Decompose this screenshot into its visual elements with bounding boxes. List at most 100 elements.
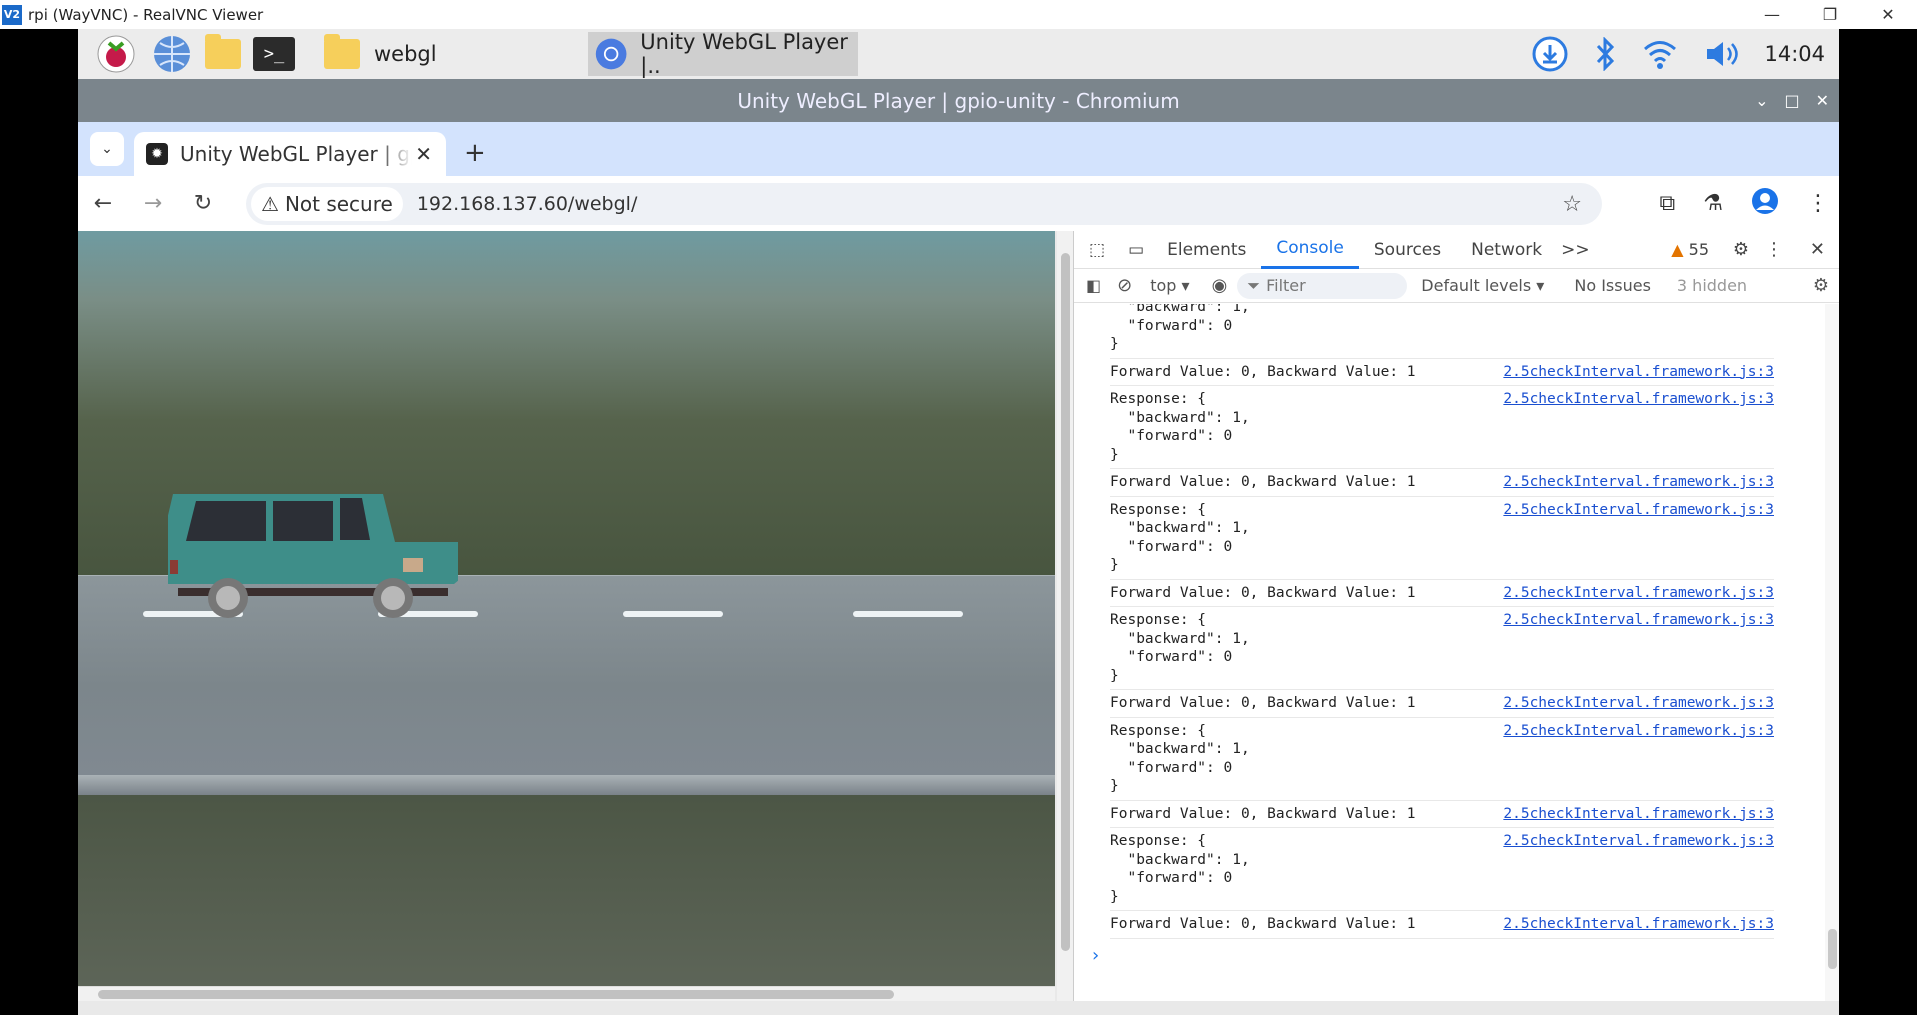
security-chip[interactable]: ⚠ Not secure: [251, 187, 403, 221]
bookmark-star-icon[interactable]: ☆: [1562, 192, 1582, 217]
window-maximize-button[interactable]: □: [1784, 91, 1799, 110]
filter-placeholder: Filter: [1266, 276, 1306, 295]
address-bar[interactable]: ⚠ Not secure 192.168.137.60/webgl/ ☆: [246, 183, 1602, 225]
sidebar-toggle-icon[interactable]: ◧: [1086, 276, 1101, 295]
vnc-close-button[interactable]: ✕: [1859, 0, 1917, 29]
devtools-settings-gear-icon[interactable]: ⚙: [1733, 239, 1749, 260]
window-close-button[interactable]: ✕: [1816, 91, 1829, 110]
console-message[interactable]: Forward Value: 0, Backward Value: 1 2.5ch…: [1110, 911, 1774, 939]
taskbar-window-chromium[interactable]: Unity WebGL Player |..: [588, 30, 858, 78]
volume-icon[interactable]: [1704, 39, 1739, 69]
tab-close-button[interactable]: ✕: [415, 142, 432, 166]
window-minimize-button[interactable]: ⌄: [1755, 91, 1768, 110]
console-text: Response: { "backward": 1, "forward": 0 …: [1110, 612, 1250, 684]
console-source-link[interactable]: 2.5checkInterval.framework.js:3: [1503, 501, 1774, 520]
taskbar-window-webgl-folder[interactable]: webgl: [318, 32, 588, 76]
tab-console[interactable]: Console: [1261, 231, 1359, 269]
console-source-link[interactable]: 2.5checkInterval.framework.js:3: [1503, 915, 1774, 934]
tab-network[interactable]: Network: [1456, 231, 1557, 269]
console-message[interactable]: Response: { "backward": 1, "forward": 0 …: [1110, 497, 1774, 580]
console-message[interactable]: Response: { "backward": 1, "forward": 0 …: [1110, 828, 1774, 911]
console-filter-input[interactable]: ⏷ Filter: [1237, 272, 1408, 299]
back-button[interactable]: ←: [78, 191, 128, 216]
log-levels-dropdown[interactable]: Default levels ▾: [1421, 276, 1544, 295]
console-settings-gear-icon[interactable]: ⚙: [1813, 275, 1829, 296]
vnc-restore-button[interactable]: ❐: [1801, 0, 1859, 29]
console-source-link[interactable]: 2.5checkInterval.framework.js:3: [1503, 694, 1774, 713]
console-message[interactable]: Response: { "backward": 1, "forward": 0 …: [1110, 386, 1774, 469]
url-text[interactable]: 192.168.137.60/webgl/: [417, 193, 638, 215]
unity-favicon-icon: ✹: [146, 143, 168, 165]
inspect-element-icon[interactable]: ⬚: [1074, 231, 1120, 269]
bluetooth-icon[interactable]: [1594, 37, 1616, 71]
new-tab-button[interactable]: +: [464, 138, 486, 168]
console-source-link[interactable]: 2.5checkInterval.framework.js:3: [1503, 390, 1774, 409]
console-message[interactable]: Response: { "backward": 1, "forward": 0 …: [1110, 718, 1774, 801]
remote-desktop: >_ webgl Unity WebGL Player |.. 14:04 Un…: [78, 29, 1839, 1015]
console-text: Forward Value: 0, Backward Value: 1: [1110, 363, 1416, 380]
console-message[interactable]: Response: { "backward": 1, "forward": 0 …: [1110, 607, 1774, 690]
unity-webgl-canvas[interactable]: [78, 231, 1055, 986]
console-message[interactable]: Forward Value: 0, Backward Value: 1 2.5ch…: [1110, 580, 1774, 607]
tab-unity-webgl-player[interactable]: ✹ Unity WebGL Player | gpio-unity ✕: [134, 132, 446, 176]
console-message[interactable]: Forward Value: 0, Backward Value: 1 2.5ch…: [1110, 469, 1774, 497]
devtools-menu-kebab-icon[interactable]: ⋮: [1765, 239, 1783, 260]
terminal-launcher-icon[interactable]: >_: [248, 29, 300, 79]
clear-console-icon[interactable]: ⊘: [1117, 275, 1132, 296]
taskbar: >_ webgl Unity WebGL Player |.. 14:04: [78, 29, 1839, 79]
console-text: Response: { "backward": 1, "forward": 0 …: [1110, 833, 1250, 905]
context-select[interactable]: top ▾: [1150, 276, 1189, 295]
warning-count: 55: [1688, 240, 1709, 259]
console-message[interactable]: Forward Value: 0, Backward Value: 1 2.5ch…: [1110, 690, 1774, 718]
reload-button[interactable]: ↻: [178, 191, 228, 216]
devtools-tab-bar: ⬚ ▭ Elements Console Sources Network >> …: [1074, 231, 1839, 269]
vnc-window-title: rpi (WayVNC) - RealVNC Viewer: [28, 5, 264, 24]
labs-flask-icon[interactable]: ⚗: [1703, 191, 1723, 216]
tab-elements[interactable]: Elements: [1152, 231, 1261, 269]
issues-button[interactable]: No Issues: [1574, 276, 1651, 295]
console-text: Response: { "backward": 1, "forward": 0 …: [1110, 722, 1250, 795]
console-text: Forward Value: 0, Backward Value: 1: [1110, 695, 1416, 711]
taskbar-window-label: Unity WebGL Player |..: [640, 30, 848, 78]
console-source-link[interactable]: 2.5checkInterval.framework.js:3: [1503, 805, 1774, 824]
console-source-link[interactable]: 2.5checkInterval.framework.js:3: [1503, 473, 1774, 492]
console-source-link[interactable]: 2.5checkInterval.framework.js:3: [1503, 363, 1774, 382]
context-value: top: [1150, 276, 1177, 295]
page-horizontal-scrollbar[interactable]: [78, 986, 1055, 1001]
tab-search-button[interactable]: ⌄: [90, 132, 124, 166]
live-expression-eye-icon[interactable]: ◉: [1212, 275, 1228, 296]
console-scrollbar[interactable]: [1825, 304, 1839, 1001]
clock[interactable]: 14:04: [1764, 42, 1825, 66]
console-message[interactable]: Forward Value: 0, Backward Value: 1 2.5ch…: [1110, 359, 1774, 386]
chromium-title-bar: Unity WebGL Player | gpio-unity - Chromi…: [78, 79, 1839, 122]
file-manager-launcher-icon[interactable]: [198, 29, 248, 79]
wifi-icon[interactable]: [1642, 38, 1678, 70]
console-text: Forward Value: 0, Backward Value: 1: [1110, 916, 1416, 932]
console-output: "backward": 1, "forward": 0 } Forward Va…: [1074, 304, 1824, 994]
warning-icon[interactable]: ▲ 55: [1671, 240, 1709, 259]
profile-avatar-icon[interactable]: [1751, 187, 1779, 221]
forward-button[interactable]: →: [128, 191, 178, 216]
more-tabs-button[interactable]: >>: [1557, 231, 1594, 269]
page-vertical-scrollbar[interactable]: [1057, 231, 1073, 1001]
console-prompt-input[interactable]: ›: [1092, 945, 1824, 966]
filter-funnel-icon: ⏷: [1247, 275, 1261, 295]
warning-triangle-icon: ⚠: [261, 192, 279, 216]
web-browser-launcher-icon[interactable]: [146, 29, 198, 79]
console-message[interactable]: "backward": 1, "forward": 0 }: [1110, 304, 1774, 359]
console-source-link[interactable]: 2.5checkInterval.framework.js:3: [1503, 832, 1774, 851]
chromium-icon: [595, 38, 627, 70]
raspberry-menu-icon[interactable]: [86, 29, 146, 79]
console-message[interactable]: Forward Value: 0, Backward Value: 1 2.5ch…: [1110, 801, 1774, 828]
tab-sources[interactable]: Sources: [1359, 231, 1456, 269]
device-toolbar-icon[interactable]: ▭: [1120, 231, 1152, 269]
console-text: "backward": 1, "forward": 0 }: [1110, 304, 1250, 352]
vnc-minimize-button[interactable]: —: [1743, 0, 1801, 29]
updates-download-icon[interactable]: [1532, 36, 1568, 72]
extensions-puzzle-icon[interactable]: ⧉: [1660, 191, 1676, 216]
console-source-link[interactable]: 2.5checkInterval.framework.js:3: [1503, 584, 1774, 603]
browser-menu-kebab-icon[interactable]: ⋮: [1807, 191, 1829, 216]
devtools-close-icon[interactable]: ✕: [1810, 239, 1825, 260]
console-source-link[interactable]: 2.5checkInterval.framework.js:3: [1503, 722, 1774, 741]
console-source-link[interactable]: 2.5checkInterval.framework.js:3: [1503, 611, 1774, 630]
